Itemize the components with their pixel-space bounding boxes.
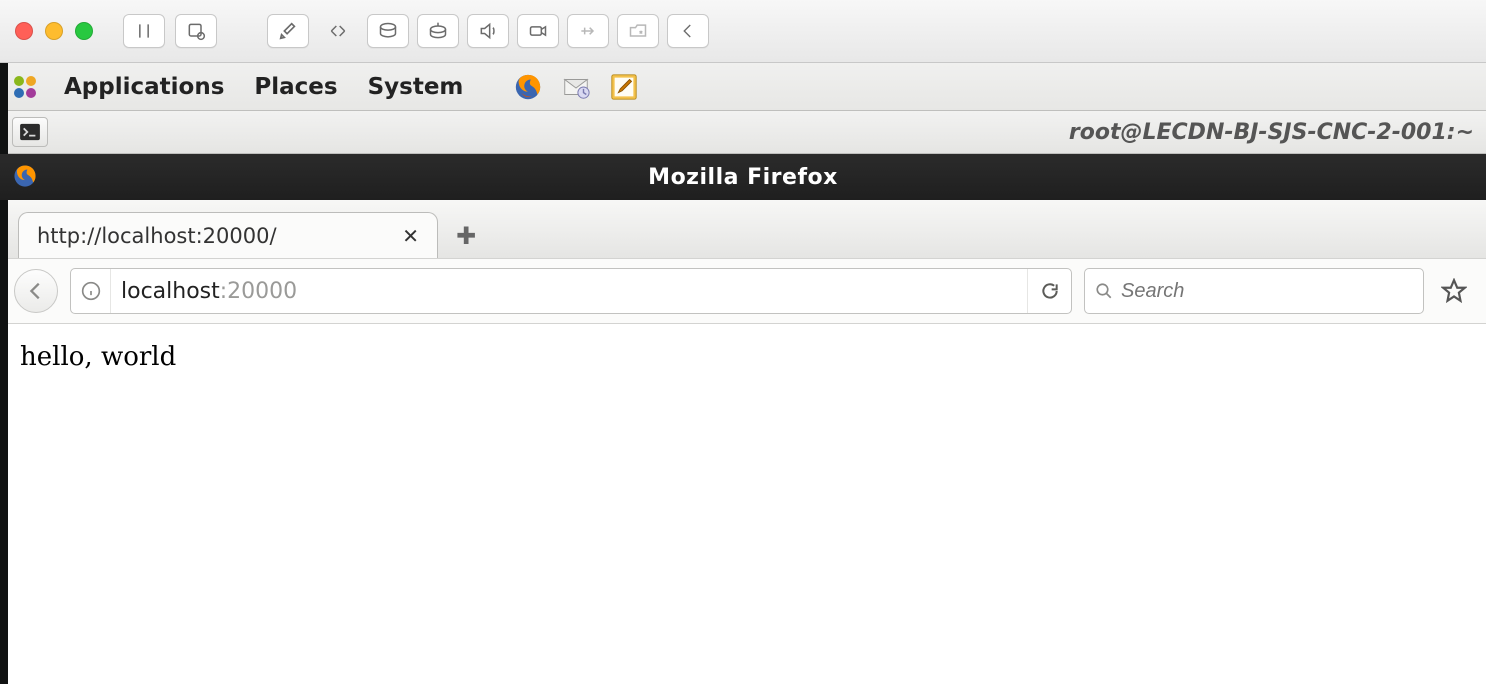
- settings-icon[interactable]: [267, 14, 309, 48]
- search-icon: [1095, 282, 1113, 300]
- search-input[interactable]: [1121, 280, 1413, 303]
- page-content: hello, world: [0, 324, 1486, 390]
- traffic-lights: [15, 22, 93, 40]
- chevron-left-icon[interactable]: [667, 14, 709, 48]
- address-host: localhost: [121, 279, 220, 304]
- sound-icon[interactable]: [467, 14, 509, 48]
- browser-tab[interactable]: http://localhost:20000/ ✕: [18, 212, 438, 258]
- address-text[interactable]: localhost:20000: [111, 279, 1027, 304]
- plus-icon: ✚: [456, 222, 476, 250]
- bookmark-button[interactable]: [1436, 273, 1472, 309]
- snapshot-button[interactable]: [175, 14, 217, 48]
- browser-tab-label: http://localhost:20000/: [37, 224, 277, 248]
- cd-icon[interactable]: [417, 14, 459, 48]
- terminal-task-button[interactable]: [12, 117, 48, 147]
- firefox-titlebar[interactable]: Mozilla Firefox: [0, 154, 1486, 200]
- vm-toolbar: [267, 14, 709, 48]
- disk-icon[interactable]: [367, 14, 409, 48]
- firefox-navbar: localhost:20000: [0, 258, 1486, 324]
- address-bar[interactable]: localhost:20000: [70, 268, 1072, 314]
- menu-places[interactable]: Places: [246, 70, 345, 104]
- mail-launcher-icon[interactable]: [559, 70, 593, 104]
- pause-button[interactable]: [123, 14, 165, 48]
- tab-close-icon[interactable]: ✕: [402, 224, 419, 248]
- window-close-button[interactable]: [15, 22, 33, 40]
- usb-icon[interactable]: [567, 14, 609, 48]
- page-body-text: hello, world: [20, 342, 176, 372]
- search-bar[interactable]: [1084, 268, 1424, 314]
- reload-button[interactable]: [1027, 269, 1071, 313]
- new-tab-button[interactable]: ✚: [446, 216, 486, 256]
- mac-titlebar: [0, 0, 1486, 63]
- resize-icon[interactable]: [317, 14, 359, 48]
- menu-system[interactable]: System: [360, 70, 472, 104]
- distro-logo-icon[interactable]: [8, 70, 42, 104]
- firefox-launcher-icon[interactable]: [511, 70, 545, 104]
- gnome-panel: Applications Places System: [0, 63, 1486, 111]
- firefox-titlebar-icon: [12, 163, 40, 191]
- active-window-title: root@LECDN-BJ-SJS-CNC-2-001:~: [1069, 120, 1474, 145]
- menu-applications[interactable]: Applications: [56, 70, 232, 104]
- site-info-icon[interactable]: [71, 269, 111, 313]
- text-editor-launcher-icon[interactable]: [607, 70, 641, 104]
- firefox-tabbar: http://localhost:20000/ ✕ ✚: [0, 200, 1486, 258]
- window-zoom-button[interactable]: [75, 22, 93, 40]
- camera-icon[interactable]: [517, 14, 559, 48]
- back-button[interactable]: [14, 269, 58, 313]
- firefox-window-title: Mozilla Firefox: [648, 165, 838, 190]
- window-list-bar: root@LECDN-BJ-SJS-CNC-2-001:~: [0, 111, 1486, 154]
- shared-folder-icon[interactable]: [617, 14, 659, 48]
- window-minimize-button[interactable]: [45, 22, 63, 40]
- address-port: :20000: [220, 279, 297, 304]
